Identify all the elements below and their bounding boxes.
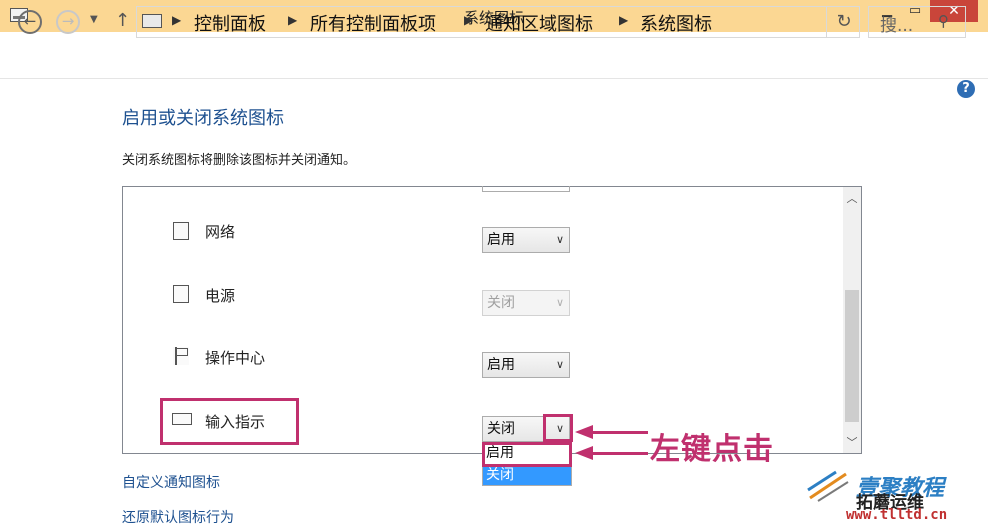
search-icon[interactable]: ⚲ xyxy=(938,12,949,30)
select-value: 启用 xyxy=(487,232,515,248)
network-icon xyxy=(173,222,189,240)
power-behavior-select: 关闭 ∨ xyxy=(482,290,570,316)
address-bar xyxy=(0,32,988,79)
arrow-right-icon: → xyxy=(61,12,75,30)
annotation-arrow-line xyxy=(590,431,648,434)
row-label-action-center: 操作中心 xyxy=(205,349,266,367)
breadcrumb-item[interactable]: 控制面板 xyxy=(194,10,266,36)
select-value: 关闭 xyxy=(487,421,515,437)
annotation-highlight-box xyxy=(482,442,572,467)
restore-default-behaviors-link[interactable]: 还原默认图标行为 xyxy=(122,507,234,527)
forward-button[interactable]: → xyxy=(56,10,80,34)
power-icon xyxy=(173,285,189,303)
back-button[interactable]: ← xyxy=(18,10,42,34)
row-label-network: 网络 xyxy=(205,223,236,241)
watermark-logo-icon xyxy=(807,470,849,502)
action-center-behavior-select[interactable]: 启用 ∨ xyxy=(482,352,570,378)
watermark-url: www.tlltd.cn xyxy=(846,507,948,523)
select-value: 关闭 xyxy=(487,295,515,311)
chevron-down-icon: ∨ xyxy=(555,296,564,309)
annotation-text: 左键点击 xyxy=(650,432,774,467)
select-value: 启用 xyxy=(487,357,515,373)
dropdown-option-disable[interactable]: 关闭 xyxy=(483,465,571,485)
annotation-arrow-line xyxy=(590,452,648,455)
breadcrumb-item[interactable]: 通知区域图标 xyxy=(485,10,593,36)
scrollbar-thumb[interactable] xyxy=(845,290,859,422)
chevron-down-icon: ∨ xyxy=(555,233,564,246)
breadcrumb-separator-icon[interactable]: ▶ xyxy=(172,13,181,27)
breadcrumb-item[interactable]: 系统图标 xyxy=(640,10,712,36)
scroll-down-icon[interactable]: ﹀ xyxy=(843,434,861,450)
breadcrumb-separator-icon[interactable]: ▶ xyxy=(288,13,297,27)
annotation-highlight-box xyxy=(543,414,573,442)
annotation-highlight-box xyxy=(160,398,299,445)
recent-locations-button[interactable]: ▼ xyxy=(90,14,98,25)
control-panel-icon xyxy=(142,14,162,28)
scroll-up-icon[interactable]: ︿ xyxy=(843,190,861,206)
arrow-left-icon: ← xyxy=(23,12,37,30)
search-placeholder: 搜... xyxy=(880,16,914,36)
breadcrumb-item[interactable]: 所有控制面板项 xyxy=(310,10,436,36)
refresh-button[interactable]: ↻ xyxy=(826,6,861,38)
scrolled-off-select xyxy=(482,186,570,192)
chevron-down-icon: ▼ xyxy=(90,14,98,25)
refresh-icon: ↻ xyxy=(836,11,852,32)
up-button[interactable]: ↑ xyxy=(115,10,130,31)
page-description: 关闭系统图标将删除该图标并关闭通知。 xyxy=(122,153,357,168)
breadcrumb-separator-icon[interactable]: ▶ xyxy=(464,13,473,27)
row-label-power: 电源 xyxy=(205,287,236,305)
customize-notification-icons-link[interactable]: 自定义通知图标 xyxy=(122,472,220,492)
flag-icon xyxy=(173,347,189,365)
help-icon[interactable]: ? xyxy=(957,80,975,98)
chevron-down-icon: ∨ xyxy=(555,358,564,371)
arrow-up-icon: ↑ xyxy=(115,10,131,31)
breadcrumb-separator-icon[interactable]: ▶ xyxy=(619,13,628,27)
network-behavior-select[interactable]: 启用 ∨ xyxy=(482,227,570,253)
page-title: 启用或关闭系统图标 xyxy=(122,108,284,129)
